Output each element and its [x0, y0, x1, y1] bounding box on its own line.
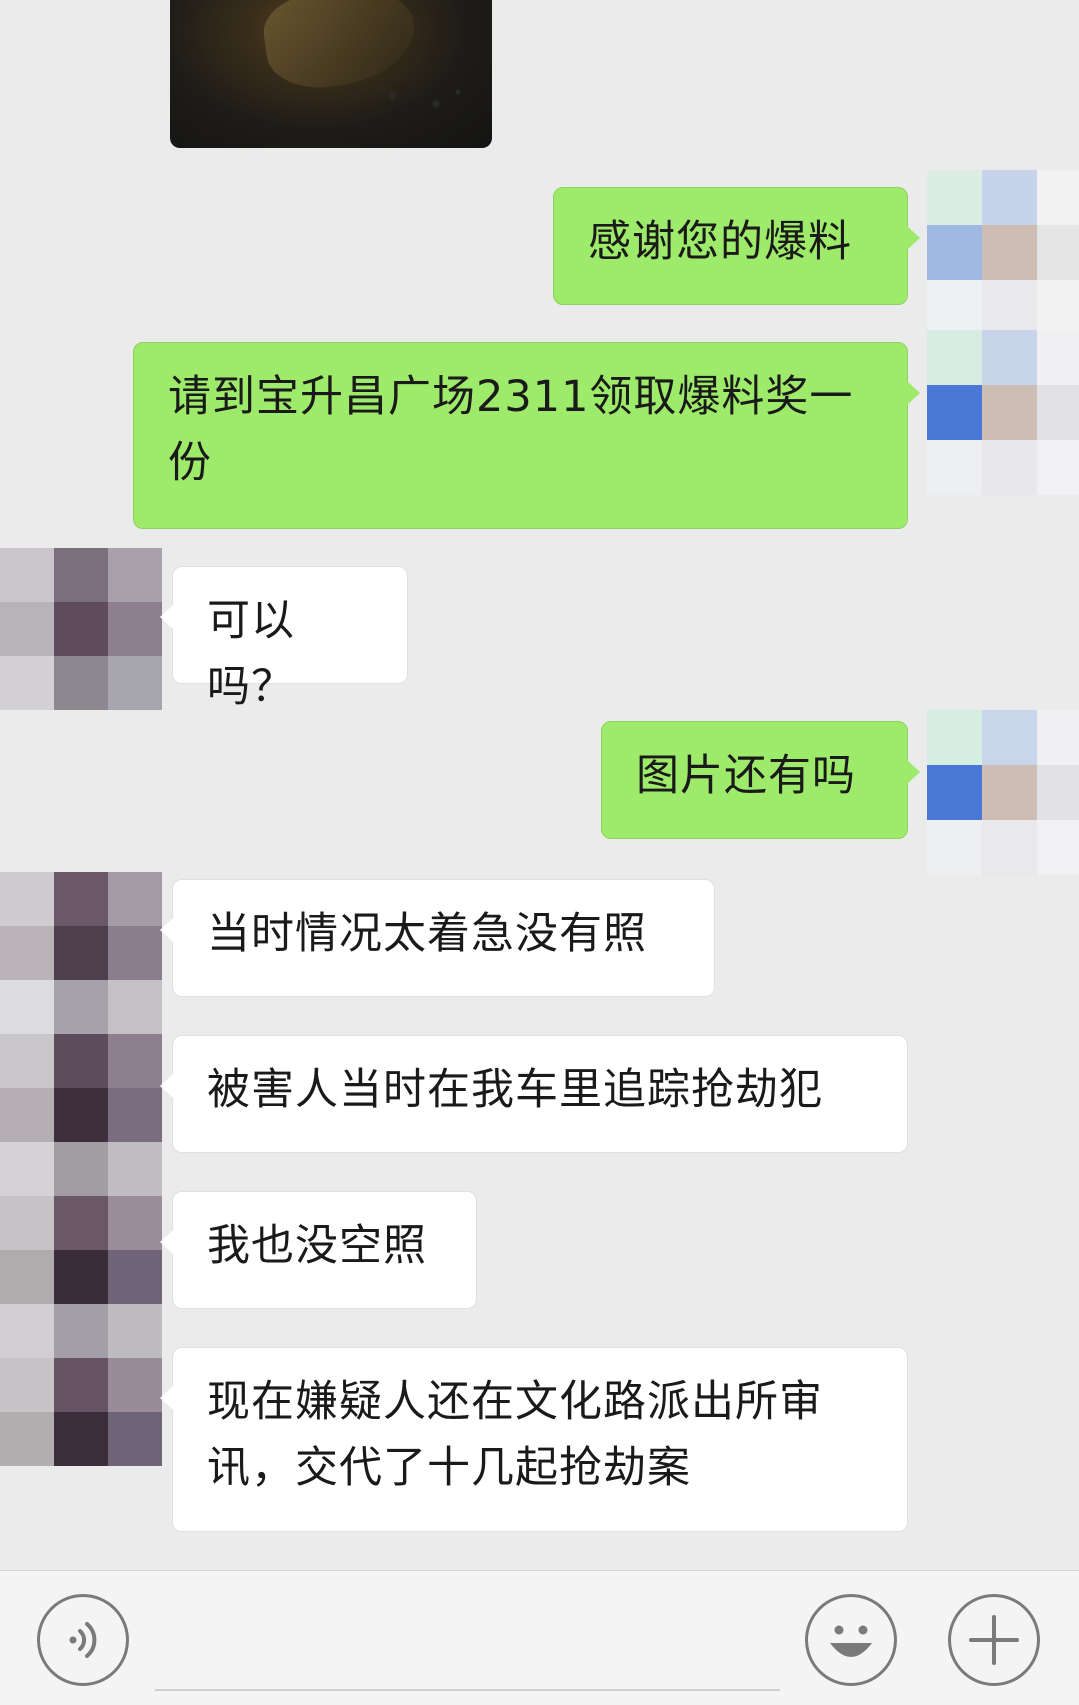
- photo-spots: [370, 80, 480, 120]
- message-bubble-incoming[interactable]: 当时情况太着急没有照: [160, 879, 715, 997]
- avatar-self[interactable]: [927, 710, 1079, 875]
- message-bubble-incoming[interactable]: 我也没空照: [160, 1191, 477, 1309]
- message-bubble-outgoing[interactable]: 请到宝升昌广场2311领取爆料奖一份: [133, 342, 920, 529]
- message-bubble-incoming[interactable]: 被害人当时在我车里追踪抢劫犯: [160, 1035, 908, 1153]
- chat-area[interactable]: 感谢您的爆料 请到宝升昌广场2311领取爆料奖一份 可以吗？ 图片还有吗 当时情…: [0, 0, 1079, 1570]
- voice-button[interactable]: [37, 1594, 129, 1686]
- image-message[interactable]: [170, 0, 492, 148]
- message-bubble-incoming[interactable]: 现在嫌疑人还在文化路派出所审讯，交代了十几起抢劫案: [160, 1347, 908, 1532]
- message-bubble-outgoing[interactable]: 图片还有吗: [601, 721, 920, 839]
- avatar-self[interactable]: [927, 170, 1079, 335]
- avatar-self[interactable]: [927, 330, 1079, 495]
- message-bubble-outgoing[interactable]: 感谢您的爆料: [553, 187, 920, 305]
- message-input[interactable]: [155, 1689, 780, 1691]
- voice-icon: [69, 1622, 97, 1658]
- message-bubble-incoming[interactable]: 可以吗？: [160, 566, 408, 712]
- emoji-button[interactable]: [805, 1594, 897, 1686]
- emoji-icon: [830, 1625, 872, 1657]
- more-button[interactable]: [948, 1594, 1040, 1686]
- avatar-contact[interactable]: [0, 548, 162, 710]
- input-bar: [0, 1570, 1079, 1705]
- avatar-contact[interactable]: [0, 872, 162, 1466]
- plus-icon: [969, 1615, 1019, 1665]
